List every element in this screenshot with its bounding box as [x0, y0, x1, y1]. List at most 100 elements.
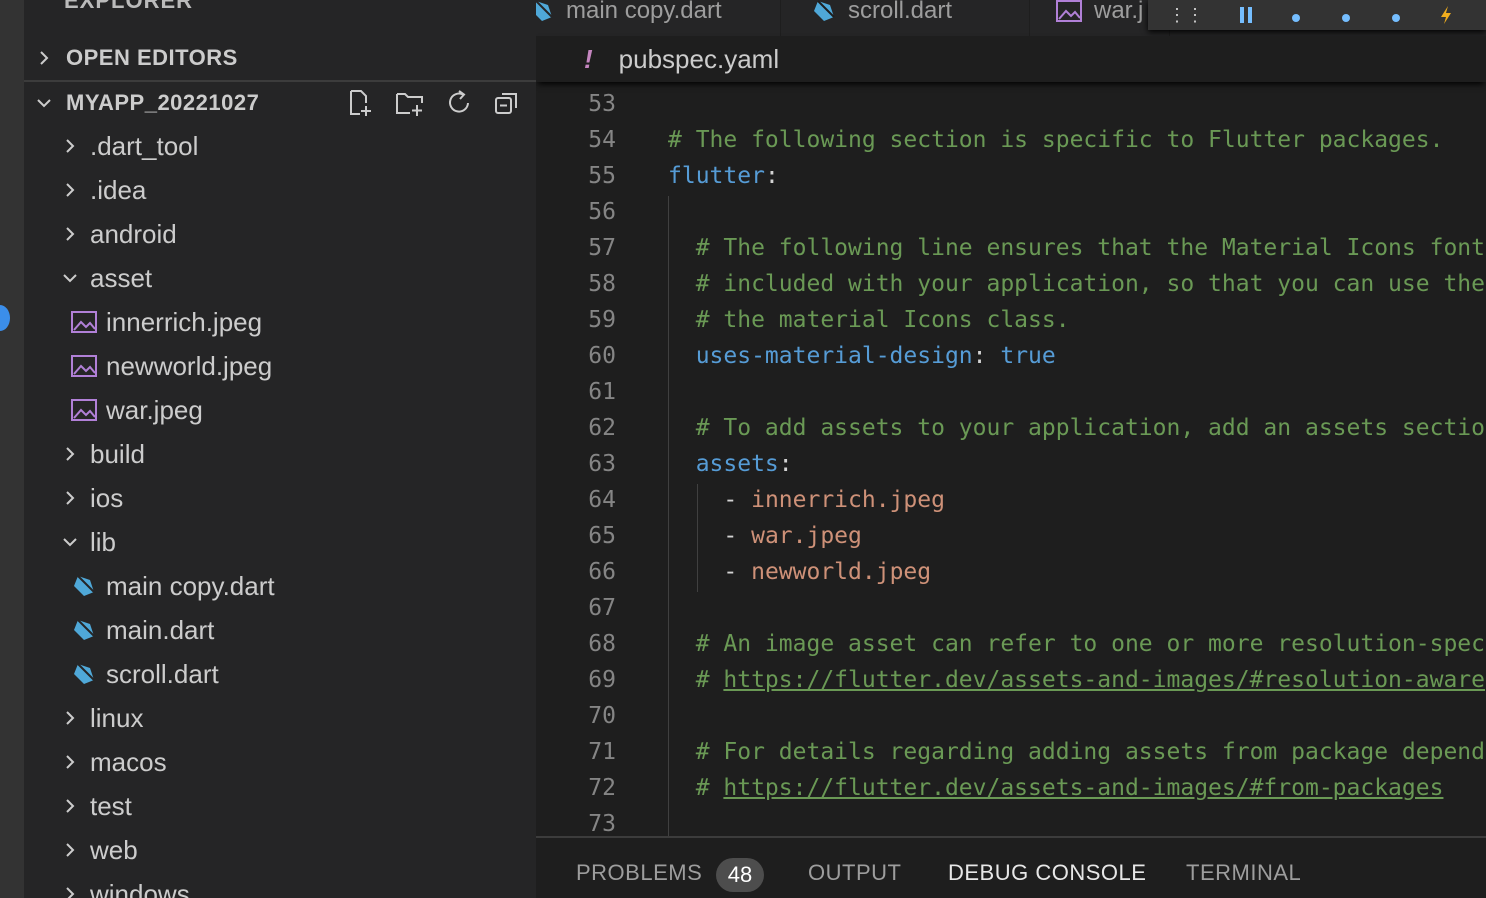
line-content: - war.jpeg — [668, 518, 862, 554]
code-line[interactable]: 63 assets: — [536, 446, 1486, 482]
step-out-icon[interactable] — [1388, 6, 1404, 24]
chevron-down-icon — [34, 93, 54, 113]
line-number: 62 — [588, 415, 616, 441]
line-number: 60 — [588, 343, 616, 369]
line-number: 64 — [588, 487, 616, 513]
project-label: MYAPP_20221027 — [66, 90, 260, 115]
code-line[interactable]: 62 # To add assets to your application, … — [536, 410, 1486, 446]
tree-item-label: linux — [90, 702, 144, 733]
code-token: uses-material-design — [668, 343, 973, 369]
project-section[interactable]: MYAPP_20221027 — [24, 81, 536, 125]
tab-label: war.j — [1094, 0, 1144, 24]
tree-item-label: innerrich.jpeg — [106, 306, 263, 337]
tree-file[interactable]: main copy.dart — [24, 564, 536, 608]
code-line[interactable]: 56 — [536, 194, 1486, 230]
code-line[interactable]: 59 # the material Icons class. — [536, 302, 1486, 338]
tab-main-copy-dart[interactable]: main copy.dart — [536, 0, 781, 36]
code-line[interactable]: 67 — [536, 590, 1486, 626]
collapse-all-icon[interactable] — [492, 88, 522, 118]
code-token[interactable]: https://flutter.dev/assets-and-images/#f… — [723, 775, 1443, 801]
breadcrumb-file[interactable]: pubspec.yaml — [619, 44, 779, 75]
tree-folder[interactable]: .dart_tool — [24, 124, 536, 168]
tree-file[interactable]: innerrich.jpeg — [24, 300, 536, 344]
chevron-right-icon — [60, 224, 80, 244]
explorer-sidebar: EXPLORER ··· OPEN EDITORS MYAPP_20221027 — [24, 0, 536, 898]
yaml-icon: ! — [584, 43, 593, 74]
code-line[interactable]: 60 uses-material-design: true — [536, 338, 1486, 374]
line-content: flutter: — [668, 158, 779, 194]
tree-folder[interactable]: web — [24, 828, 536, 872]
line-content: # included with your application, so tha… — [668, 266, 1486, 302]
code-line[interactable]: 68 # An image asset can refer to one or … — [536, 626, 1486, 662]
tree-file[interactable]: war.jpeg — [24, 388, 536, 432]
open-editors-section[interactable]: OPEN EDITORS — [24, 36, 536, 82]
chevron-right-icon — [60, 752, 80, 772]
code-line[interactable]: 69 # https://flutter.dev/assets-and-imag… — [536, 662, 1486, 698]
breadcrumb[interactable]: ! pubspec.yaml — [536, 36, 1486, 82]
tree-item-label: ios — [90, 482, 124, 513]
line-number: 57 — [588, 235, 616, 261]
tree-folder[interactable]: build — [24, 432, 536, 476]
code-line[interactable]: 72 # https://flutter.dev/assets-and-imag… — [536, 770, 1486, 806]
tree-folder[interactable]: ios — [24, 476, 536, 520]
chevron-right-icon — [60, 708, 80, 728]
code-line[interactable]: 53 — [536, 88, 1486, 122]
code-line[interactable]: 61 — [536, 374, 1486, 410]
new-folder-icon[interactable] — [394, 88, 426, 118]
code-line[interactable]: 64 - innerrich.jpeg — [536, 482, 1486, 518]
line-number: 55 — [588, 163, 616, 189]
code-token: # the material Icons class. — [668, 307, 1070, 333]
hot-reload-icon[interactable] — [1438, 6, 1454, 24]
code-token[interactable]: https://flutter.dev/assets-and-images/#r… — [723, 667, 1485, 693]
code-line[interactable]: 73 — [536, 806, 1486, 836]
tree-folder[interactable]: windows — [24, 872, 536, 898]
tree-item-label: lib — [90, 526, 117, 557]
code-line[interactable]: 65 - war.jpeg — [536, 518, 1486, 554]
refresh-icon[interactable] — [444, 88, 474, 118]
tree-item-label: windows — [90, 878, 190, 898]
tab-problems[interactable]: PROBLEMS — [576, 860, 702, 886]
code-token: : — [764, 163, 779, 189]
activity-bar — [0, 0, 24, 898]
code-line[interactable]: 55 flutter: — [536, 158, 1486, 194]
tab-terminal[interactable]: TERMINAL — [1186, 860, 1301, 886]
step-into-icon[interactable] — [1338, 6, 1354, 24]
image-icon — [70, 399, 98, 421]
tree-folder[interactable]: test — [24, 784, 536, 828]
step-over-icon[interactable] — [1288, 6, 1304, 24]
code-editor[interactable]: 53 54 # The following section is specific … — [536, 88, 1486, 836]
line-number: 70 — [588, 703, 616, 729]
tab-scroll-dart[interactable]: scroll.dart — [786, 0, 1030, 36]
code-line[interactable]: 66 - newworld.jpeg — [536, 554, 1486, 590]
code-line[interactable]: 57 # The following line ensures that the… — [536, 230, 1486, 266]
tree-item-label: build — [90, 438, 145, 469]
tree-folder[interactable]: android — [24, 212, 536, 256]
chevron-right-icon — [60, 796, 80, 816]
tree-folder[interactable]: linux — [24, 696, 536, 740]
dart-icon — [70, 574, 98, 598]
tree-folder[interactable]: asset — [24, 256, 536, 300]
tree-folder[interactable]: lib — [24, 520, 536, 564]
tab-debug-console[interactable]: DEBUG CONSOLE — [948, 860, 1146, 886]
tree-file[interactable]: main.dart — [24, 608, 536, 652]
code-line[interactable]: 71 # For details regarding adding assets… — [536, 734, 1486, 770]
line-number: 63 — [588, 451, 616, 477]
drag-handle-icon[interactable]: ⋮⋮ — [1168, 5, 1204, 26]
tree-item-label: macos — [90, 746, 167, 777]
line-content: # For details regarding adding assets fr… — [668, 734, 1486, 770]
tree-folder[interactable]: .idea — [24, 168, 536, 212]
code-line[interactable]: 54 # The following section is specific to… — [536, 122, 1486, 158]
pause-icon[interactable] — [1238, 6, 1254, 24]
tab-output[interactable]: OUTPUT — [808, 860, 901, 886]
tree-folder[interactable]: macos — [24, 740, 536, 784]
line-content: # The following section is specific to F… — [668, 122, 1443, 158]
code-line[interactable]: 70 — [536, 698, 1486, 734]
tree-file[interactable]: scroll.dart — [24, 652, 536, 696]
dart-icon — [536, 0, 554, 23]
line-number: 65 — [588, 523, 616, 549]
new-file-icon[interactable] — [346, 88, 376, 118]
more-actions-icon[interactable]: ··· — [476, 0, 504, 12]
activity-badge[interactable] — [0, 305, 10, 331]
tree-file[interactable]: newworld.jpeg — [24, 344, 536, 388]
code-line[interactable]: 58 # included with your application, so … — [536, 266, 1486, 302]
